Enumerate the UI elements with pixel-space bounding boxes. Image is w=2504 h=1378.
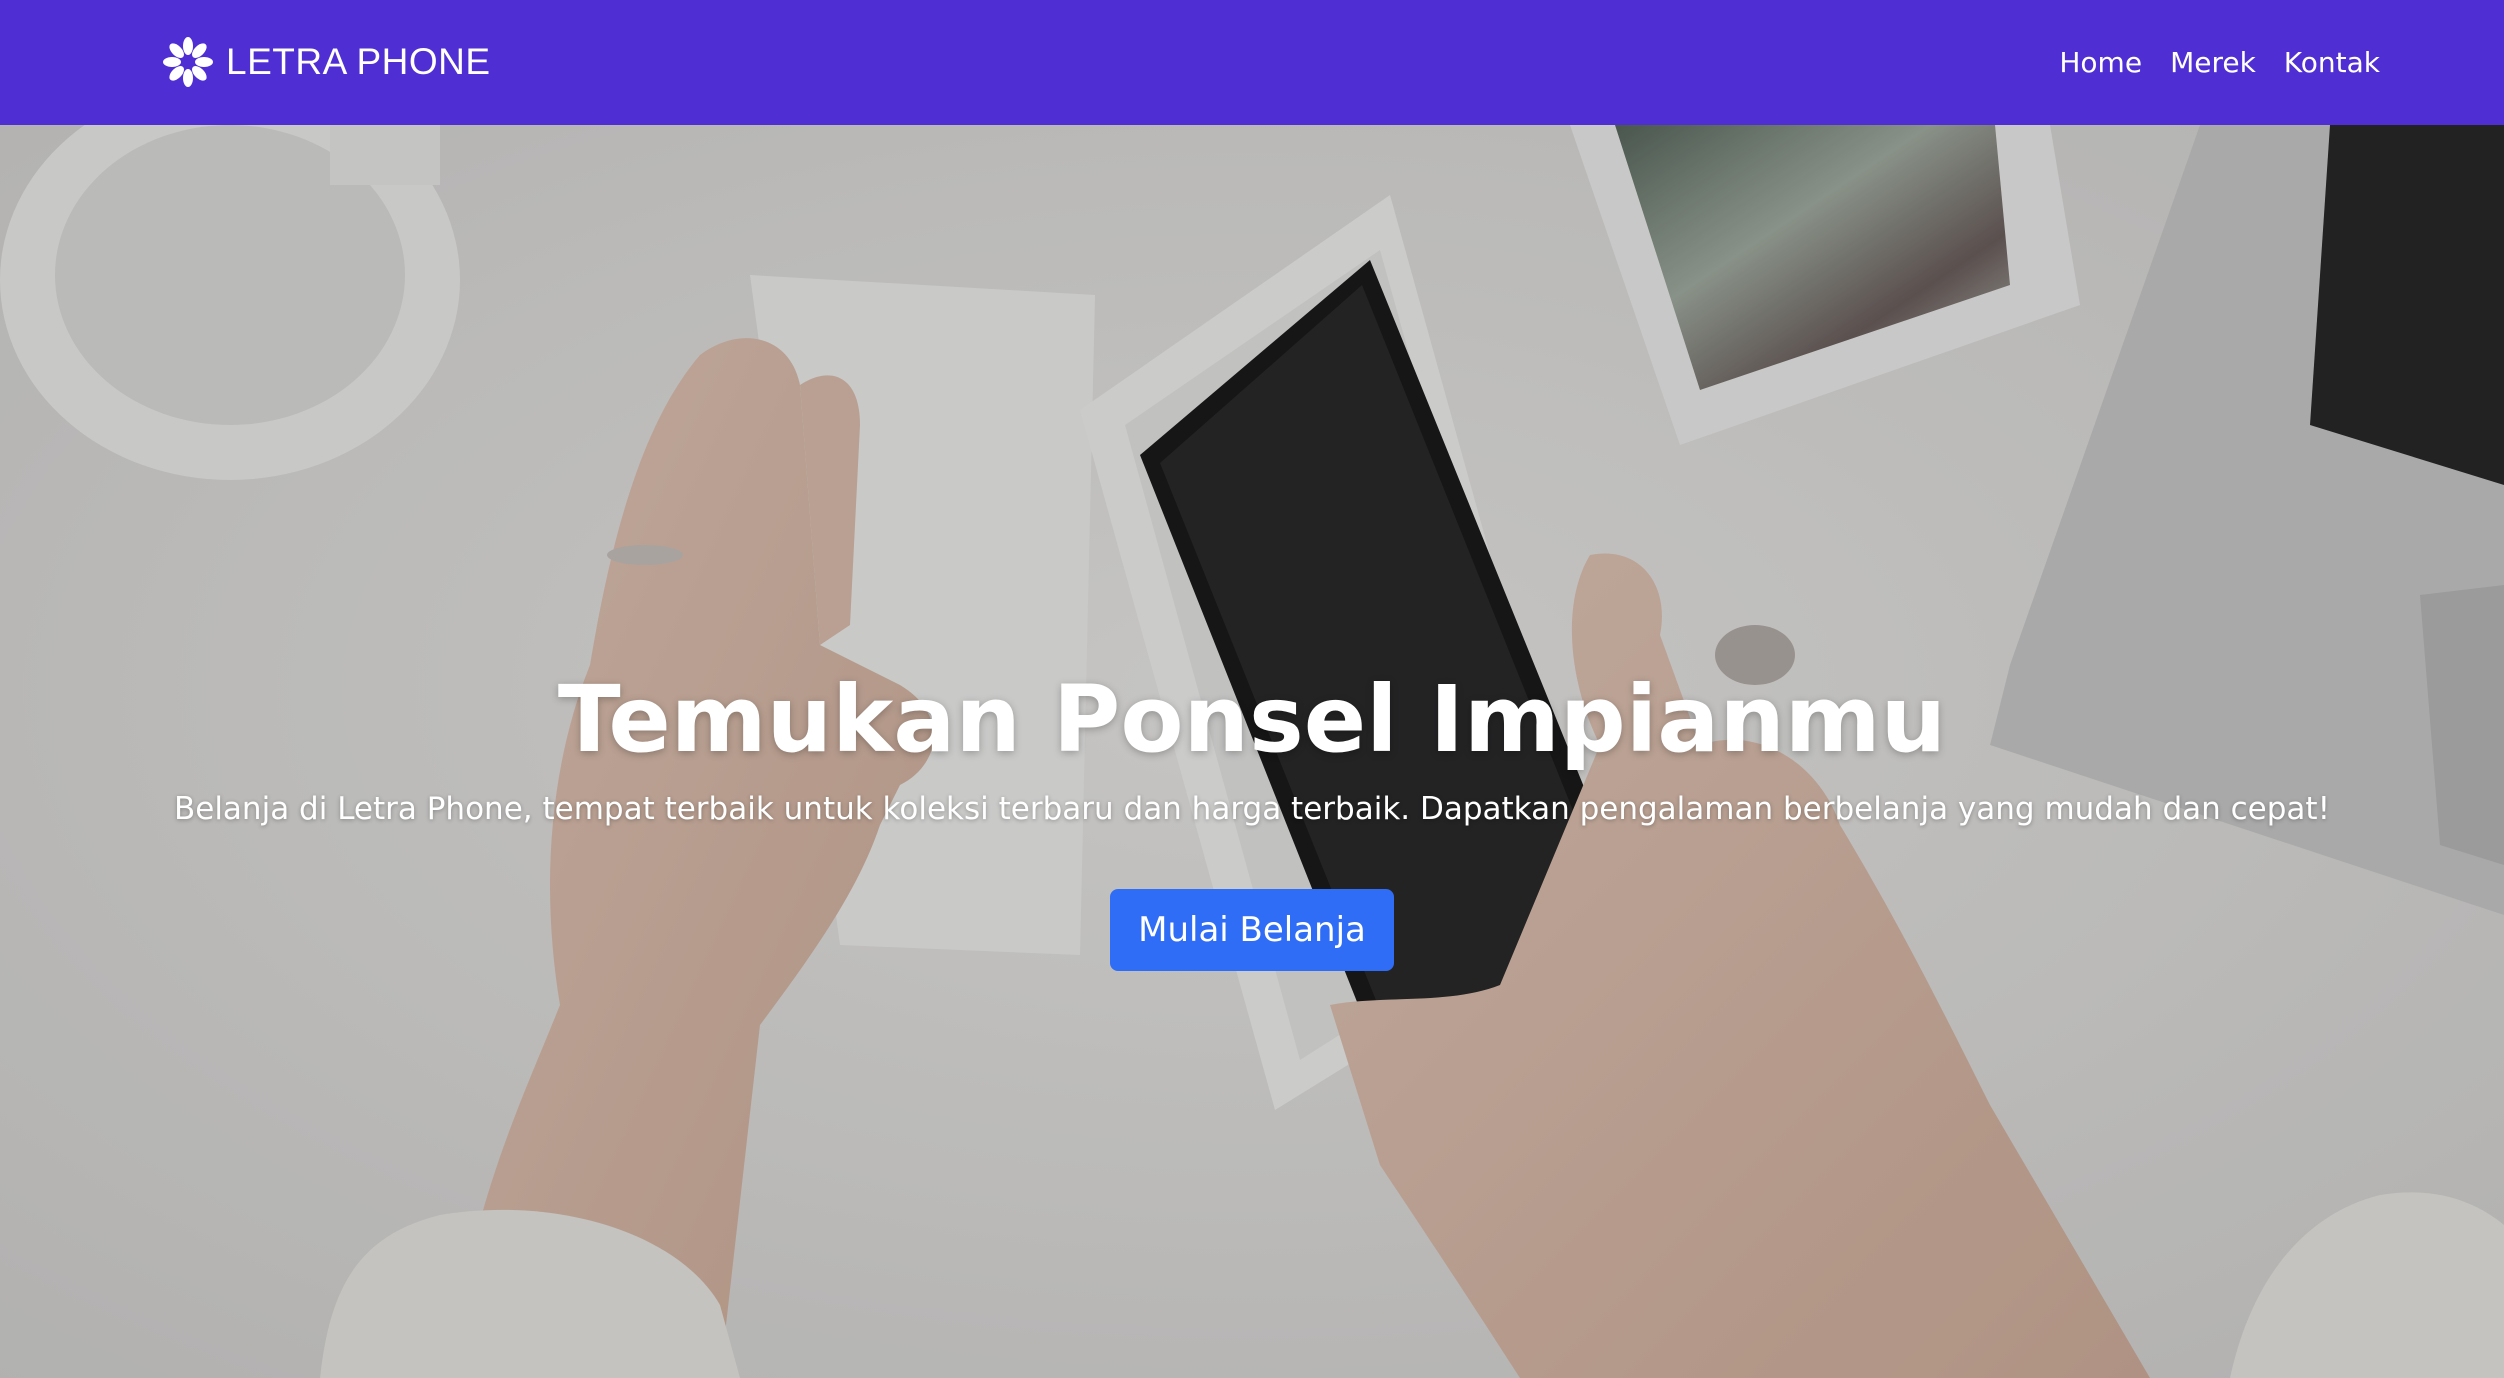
- hero-title: Temukan Ponsel Impianmu: [557, 666, 1947, 773]
- navbar: LETRA PHONE Home Merek Kontak: [0, 0, 2504, 125]
- hero-section: Temukan Ponsel Impianmu Belanja di Letra…: [0, 125, 2504, 1378]
- brand-logo[interactable]: LETRA PHONE: [160, 30, 491, 94]
- nav-link-kontak[interactable]: Kontak: [2284, 46, 2380, 79]
- flower-logo-icon: [163, 37, 213, 87]
- hero-subtitle: Belanja di Letra Phone, tempat terbaik u…: [173, 791, 2331, 827]
- nav-link-home[interactable]: Home: [2059, 46, 2142, 79]
- brand-name: LETRA PHONE: [226, 41, 491, 82]
- start-shopping-button[interactable]: Mulai Belanja: [1110, 889, 1394, 971]
- nav-link-merek[interactable]: Merek: [2170, 46, 2256, 79]
- main-nav: Home Merek Kontak: [2059, 0, 2380, 125]
- hero-content: Temukan Ponsel Impianmu Belanja di Letra…: [0, 665, 2504, 971]
